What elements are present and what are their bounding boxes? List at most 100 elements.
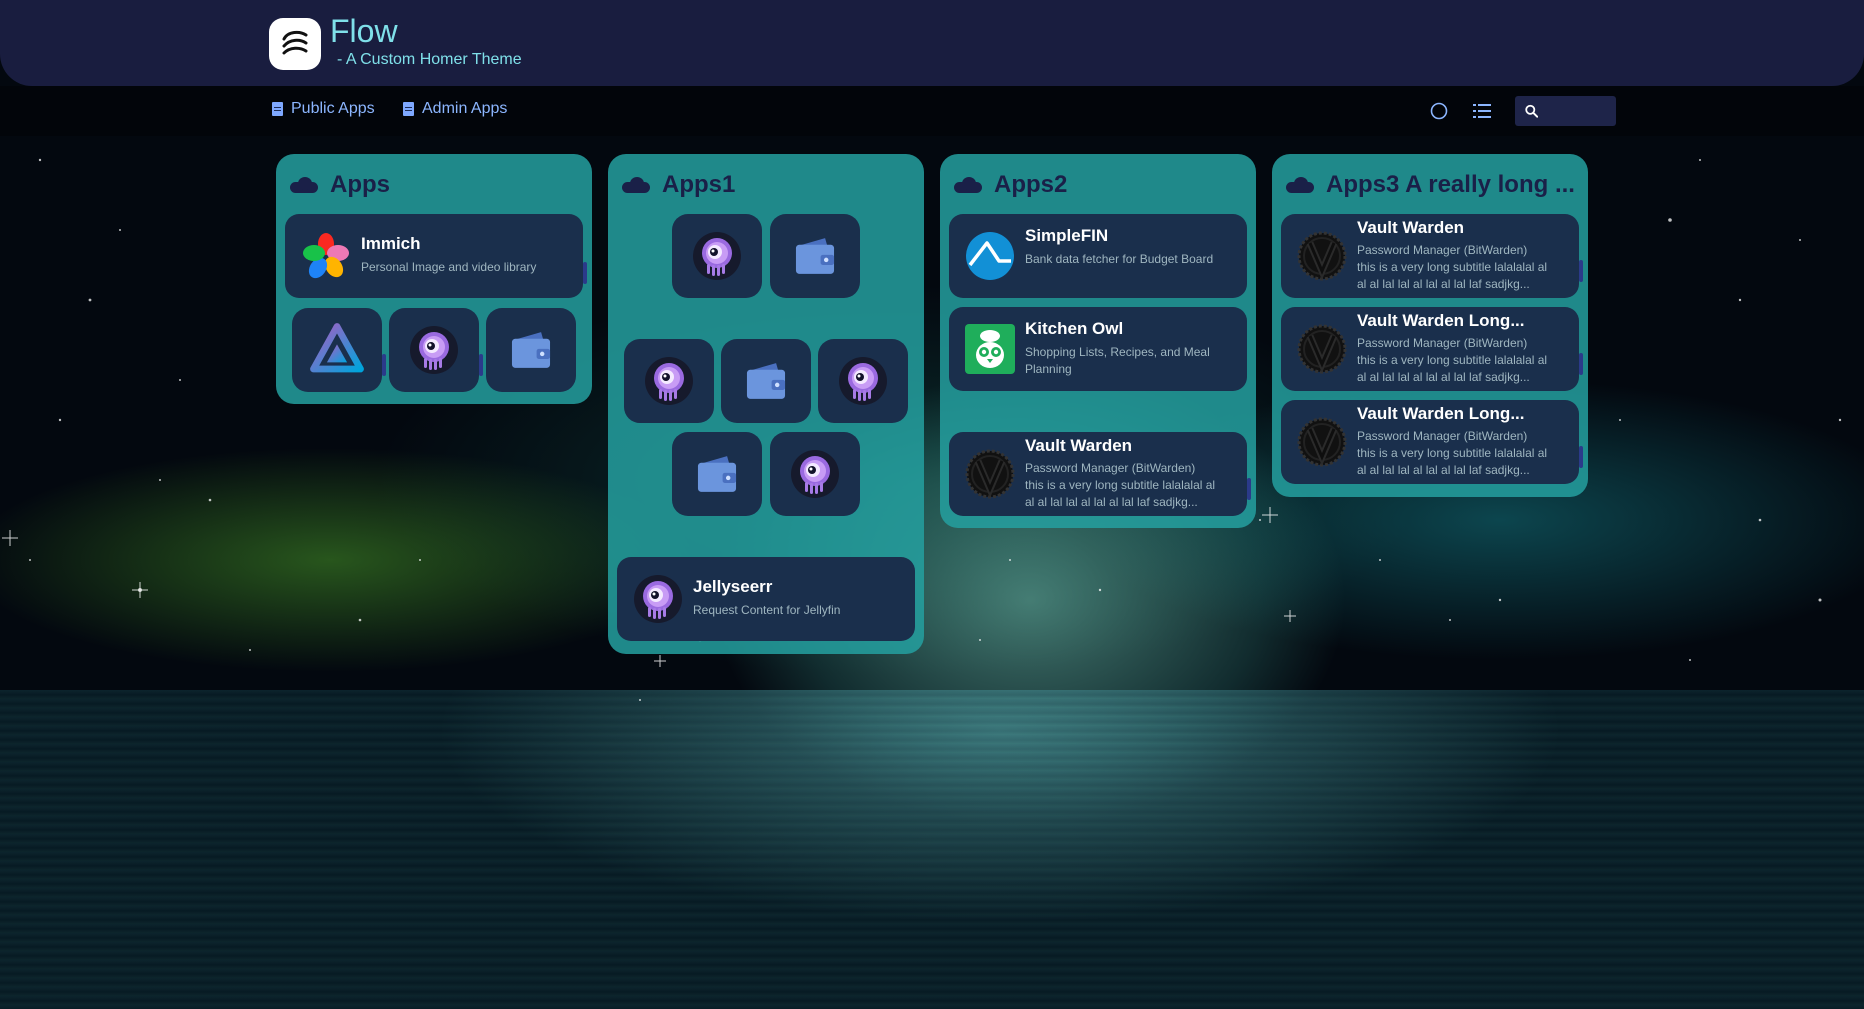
vaultwarden-icon [965,449,1015,499]
app-tile[interactable] [721,339,811,423]
app-subtitle: Password Manager (BitWarden) [1357,429,1528,443]
wallet-icon [689,446,745,502]
nav-link-label: Admin Apps [422,100,508,117]
jellyseerr-icon [692,231,742,281]
app-tile[interactable] [672,432,762,516]
vaultwarden-icon [1297,324,1347,374]
app-subtitle: Request Content for Jellyfin [693,603,841,617]
app-name: Vault Warden [1357,218,1465,237]
cloud-icon [622,177,650,193]
wallet-icon [503,322,559,378]
app-card-kitchen-owl[interactable]: Kitchen Owl Shopping Lists, Recipes, and… [949,307,1247,391]
group-title: Apps [330,171,390,198]
wallet-icon [738,353,794,409]
app-tile[interactable] [818,339,908,423]
status-indicator [1579,260,1583,282]
app-name: Vault Warden Long... [1357,404,1525,423]
page-subtitle: - A Custom Homer Theme [337,51,522,68]
app-card-vault-warden-long[interactable]: Vault Warden Long... Password Manager (B… [1281,400,1579,484]
list-view-icon [1473,104,1491,118]
search-input[interactable] [1542,102,1616,120]
document-icon [272,102,283,116]
theme-toggle-button[interactable] [1428,100,1450,122]
theme-toggle-icon [1430,102,1448,120]
group-apps2: Apps2 SimpleFIN Bank data fetcher for Bu… [940,154,1256,528]
group-header: Apps1 [622,168,735,202]
header-bar: Flow - A Custom Homer Theme [0,0,1864,86]
cloud-icon [290,177,318,193]
app-subtitle: Personal Image and video library [361,260,537,274]
app-tile[interactable] [770,214,860,298]
app-card-vault-warden[interactable]: Vault Warden Password Manager (BitWarden… [949,432,1247,516]
app-subtitle: Password Manager (BitWarden) [1025,461,1196,475]
group-header: Apps3 A really long ... [1286,168,1575,202]
app-subtitle: Password Manager (BitWarden) [1357,336,1528,350]
group-apps3: Apps3 A really long ... Vault Warden Pas… [1272,154,1588,497]
status-indicator [1247,478,1251,500]
cloud-icon [954,177,982,193]
app-tile[interactable] [770,432,860,516]
app-subtitle: Bank data fetcher for Budget Board [1025,252,1214,266]
simplefin-icon [966,232,1014,280]
status-indicator [1579,446,1583,468]
group-title: Apps1 [662,171,736,198]
app-name: Vault Warden Long... [1357,311,1525,330]
list-view-button[interactable] [1471,100,1493,122]
jellyseerr-icon [633,574,683,624]
starfield [2,158,1842,701]
navbar: Public Apps Admin Apps [0,86,1864,136]
jellyfin-icon [309,322,365,378]
app-tile[interactable] [486,308,576,392]
jellyseerr-icon [838,356,888,406]
nav-link-label: Public Apps [291,100,375,117]
app-name: Vault Warden [1025,436,1133,455]
vaultwarden-icon [1297,417,1347,467]
group-title: Apps3 A really long ... [1326,171,1575,198]
status-indicator [583,262,587,284]
status-indicator [479,354,483,376]
app-card-vault-warden-long[interactable]: Vault Warden Long... Password Manager (B… [1281,307,1579,391]
app-name: Jellyseerr [693,577,773,596]
background-image [0,0,1864,1009]
group-header: Apps2 [954,168,1067,202]
jellyseerr-icon [409,325,459,375]
group-header: Apps [290,168,390,202]
status-indicator [1579,353,1583,375]
logo[interactable] [269,18,321,70]
app-subtitle: Shopping Lists, Recipes, and Meal Planni… [1025,345,1210,376]
group-apps1: Apps1 Jellyseerr Request Content for Jel… [608,154,924,654]
app-name: SimpleFIN [1025,226,1109,245]
status-indicator [382,354,386,376]
app-subtitle: Password Manager (BitWarden) [1357,243,1528,257]
search-icon [1525,104,1538,118]
app-card-immich[interactable]: Immich Personal Image and video library [285,214,583,298]
search-box[interactable] [1515,96,1616,126]
app-name: Kitchen Owl [1025,319,1124,338]
jellyseerr-icon [644,356,694,406]
nav-link-public-apps[interactable]: Public Apps [272,100,375,118]
app-card-jellyseerr[interactable]: Jellyseerr Request Content for Jellyfin [617,557,915,641]
immich-icon [303,233,349,279]
app-name: Immich [361,234,421,253]
app-card-vault-warden[interactable]: Vault Warden Password Manager (BitWarden… [1281,214,1579,298]
nav-link-admin-apps[interactable]: Admin Apps [403,100,507,118]
vaultwarden-icon [1297,231,1347,281]
flow-logo-icon [282,30,308,55]
app-tile[interactable] [672,214,762,298]
app-subtitle-extra: this is a very long subtitle lalalalal a… [1357,353,1548,384]
document-icon [403,102,414,116]
kitchenowl-icon [965,324,1015,374]
app-subtitle-extra: this is a very long subtitle lalalalal a… [1357,446,1548,477]
group-apps: Apps Immich Personal Image and video lib… [276,154,592,404]
app-tile[interactable] [292,308,382,392]
cloud-icon [1286,177,1314,193]
group-title: Apps2 [994,171,1068,198]
app-tile[interactable] [624,339,714,423]
app-card-simplefin[interactable]: SimpleFIN Bank data fetcher for Budget B… [949,214,1247,298]
page-title: Flow [330,13,398,49]
jellyseerr-icon [790,449,840,499]
app-subtitle-extra: this is a very long subtitle lalalalal a… [1357,260,1548,291]
app-subtitle-extra: this is a very long subtitle lalalalal a… [1025,478,1216,509]
wallet-icon [787,228,843,284]
app-tile[interactable] [389,308,479,392]
